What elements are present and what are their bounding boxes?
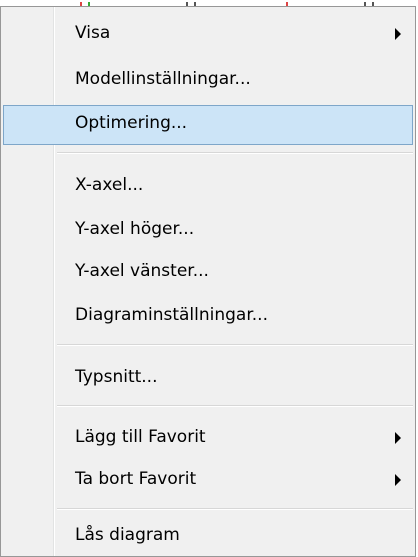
menu-item-optimering[interactable]: Optimering... bbox=[3, 105, 413, 145]
context-menu: Visa Modellinställningar... Optimering..… bbox=[0, 6, 416, 557]
menu-item-label: Typsnitt... bbox=[75, 367, 158, 387]
chevron-right-icon bbox=[395, 432, 401, 444]
menu-item-diagraminstallningar[interactable]: Diagraminställningar... bbox=[3, 297, 413, 337]
menu-item-label: Diagraminställningar... bbox=[75, 305, 268, 325]
menu-item-label: Modellinställningar... bbox=[75, 69, 251, 89]
chevron-right-icon bbox=[395, 28, 401, 40]
menu-item-label: Optimering... bbox=[75, 113, 188, 133]
menu-item-y-axel-vanster[interactable]: Y-axel vänster... bbox=[3, 253, 413, 293]
menu-separator bbox=[57, 152, 413, 154]
menu-item-label: X-axel... bbox=[75, 175, 144, 195]
menu-separator bbox=[57, 405, 413, 407]
menu-item-label: Y-axel vänster... bbox=[75, 261, 209, 281]
menu-separator bbox=[57, 508, 413, 510]
menu-item-modellinstallningar[interactable]: Modellinställningar... bbox=[3, 61, 413, 101]
menu-item-x-axel[interactable]: X-axel... bbox=[3, 167, 413, 207]
menu-item-y-axel-hoger[interactable]: Y-axel höger... bbox=[3, 211, 413, 251]
menu-item-label: Y-axel höger... bbox=[75, 219, 195, 239]
menu-item-typsnitt[interactable]: Typsnitt... bbox=[3, 359, 413, 399]
menu-item-label: Lås diagram bbox=[75, 525, 180, 545]
menu-item-label: Lägg till Favorit bbox=[75, 427, 206, 447]
menu-item-las-diagram[interactable]: Lås diagram bbox=[3, 517, 413, 557]
menu-item-label: Ta bort Favorit bbox=[75, 469, 197, 489]
chevron-right-icon bbox=[395, 474, 401, 486]
menu-item-visa[interactable]: Visa bbox=[3, 15, 413, 55]
menu-item-ta-bort-favorit[interactable]: Ta bort Favorit bbox=[3, 461, 413, 501]
menu-item-lagg-till-favorit[interactable]: Lägg till Favorit bbox=[3, 419, 413, 459]
menu-item-label: Visa bbox=[75, 23, 111, 43]
menu-separator bbox=[57, 344, 413, 346]
